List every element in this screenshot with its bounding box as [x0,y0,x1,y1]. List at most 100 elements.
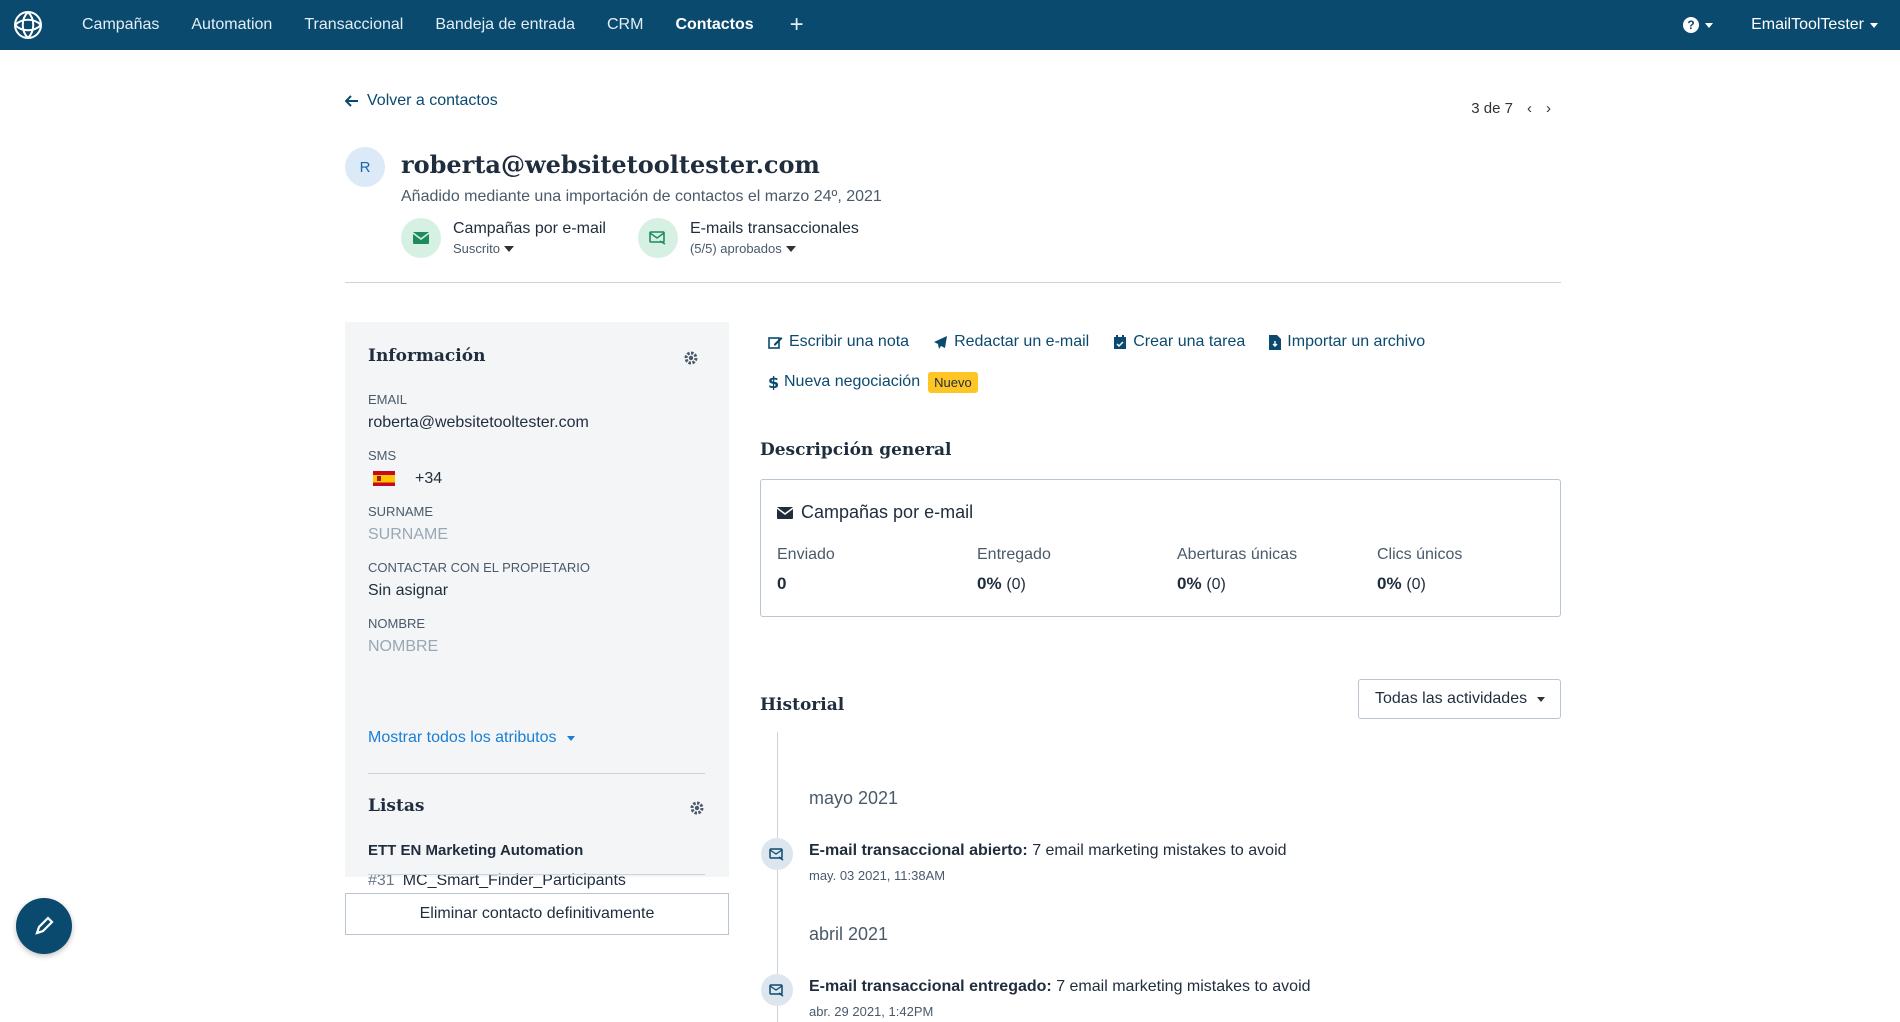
user-menu[interactable]: EmailToolTester [1751,16,1878,34]
stat-label: Entregado [977,546,1051,563]
show-all-label: Mostrar todos los atributos [368,729,557,746]
subscriptions: Campañas por e-mail Suscrito E-mails tra… [401,218,891,258]
nav-inbox[interactable]: Bandeja de entrada [435,0,575,50]
back-to-contacts-link[interactable]: Volver a contactos [345,92,498,110]
timeline-event[interactable]: E-mail transaccional abierto: 7 email ma… [809,842,1287,860]
avatar: R [345,147,385,187]
event-subject: 7 email marketing mistakes to avoid [1032,842,1287,859]
event-time: may. 03 2021, 11:38AM [809,868,946,883]
help-menu[interactable]: ? [1683,17,1714,33]
header-divider [345,282,1561,283]
stat-label: Enviado [777,546,835,563]
user-name: EmailToolTester [1751,16,1864,33]
edit-note-icon [768,336,783,349]
history-title: Historial [760,695,845,715]
transactional-email-icon [761,974,793,1006]
action-label: Escribir una nota [789,333,910,350]
stat-number: 0% [1177,574,1202,593]
subscription-status-dropdown[interactable]: Suscrito [453,241,606,256]
nav-transactional[interactable]: Transaccional [304,0,403,50]
stat-unique-clicks: Clics únicos 0% (0) [1377,546,1462,594]
attr-label-sms: SMS [368,448,397,463]
paper-plane-icon [934,335,948,349]
gear-icon[interactable] [683,350,699,366]
attr-value-surname[interactable]: SURNAME [368,526,448,544]
dollar-icon: $ [768,374,778,390]
event-type: E-mail transaccional abierto: [809,842,1028,859]
action-label: Importar un archivo [1287,333,1426,350]
timeline-event[interactable]: E-mail transaccional entregado: 7 email … [809,978,1311,996]
sms-number: +34 [415,470,443,487]
overview-card: Campañas por e-mail Enviado 0 Entregado … [760,479,1561,617]
event-time: abr. 29 2021, 1:42PM [809,1004,934,1019]
new-deal-button[interactable]: $ Nueva negociación Nuevo [768,362,978,402]
action-label: Nueva negociación [784,373,921,390]
timeline-month: mayo 2021 [809,788,899,808]
stat-delivered: Entregado 0% (0) [977,546,1051,594]
stat-value: 0% (0) [1177,574,1297,594]
attr-label-email: EMAIL [368,392,408,407]
chevron-left-icon[interactable]: ‹ [1527,100,1532,117]
list-group-name: ETT EN Marketing Automation [368,842,584,859]
gear-icon[interactable] [689,800,705,816]
subscription-status-dropdown[interactable]: (5/5) aprobados [690,241,859,256]
overview-title: Descripción general [760,440,952,460]
section-divider [368,773,705,774]
action-label: Crear una tarea [1133,333,1246,350]
delete-contact-button[interactable]: Eliminar contacto definitivamente [345,893,729,935]
pencil-icon [35,916,54,935]
caret-down-icon [785,245,796,252]
activity-filter-dropdown[interactable]: Todas las actividades [1358,679,1561,719]
subscription-transactional: E-mails transaccionales (5/5) aprobados [637,218,859,258]
overview-card-header: Campañas por e-mail [777,502,973,523]
edit-pencil-fab[interactable] [16,898,72,954]
lists-title: Listas [368,796,425,816]
attr-label-owner: CONTACTAR CON EL PROPIETARIO [368,560,590,575]
write-note-button[interactable]: Escribir una nota [768,322,909,362]
transactional-email-icon [761,838,793,870]
caret-down-icon [503,245,514,252]
envelope-icon [777,506,793,519]
compose-email-button[interactable]: Redactar un e-mail [933,322,1089,362]
stat-value: 0 [777,574,835,594]
added-info: Añadido mediante una importación de cont… [401,188,882,205]
attr-value-name[interactable]: NOMBRE [368,638,438,656]
pager-text: 3 de 7 [1471,100,1513,117]
subscription-title: Campañas por e-mail [453,220,606,237]
import-file-button[interactable]: Importar un archivo [1269,322,1425,362]
chevron-down-icon [1705,22,1714,28]
caret-down-icon [1537,696,1546,702]
overview-card-title: Campañas por e-mail [801,502,974,522]
stat-label: Clics únicos [1377,546,1463,563]
stat-number: 0 [777,574,787,593]
stat-sent: Enviado 0 [777,546,835,594]
spain-flag-icon [373,471,395,487]
file-import-icon [1269,334,1282,350]
nav-automation[interactable]: Automation [191,0,272,50]
info-title: Información [368,346,486,366]
nav-crm[interactable]: CRM [607,0,643,50]
stat-number: 0% [977,574,1002,593]
chevron-right-icon[interactable]: › [1546,100,1551,117]
page-title: roberta@websitetooltester.com [401,150,820,179]
envelope-icon [401,218,441,258]
section-divider-bottom [368,874,705,875]
brevo-logo-icon[interactable] [10,7,46,43]
stat-value: 0% (0) [977,574,1051,594]
help-icon: ? [1683,17,1700,33]
transactional-email-icon [637,218,678,258]
nav-campaigns[interactable]: Campañas [82,0,159,50]
contact-pager: 3 de 7 ‹ › [1471,100,1551,117]
subscription-title: E-mails transaccionales [689,220,859,237]
add-nav-plus-icon[interactable]: + [790,0,804,50]
attr-value-owner[interactable]: Sin asignar [368,582,448,600]
attr-value-sms[interactable]: +34 [368,470,442,488]
show-all-attributes-link[interactable]: Mostrar todos los atributos [368,729,575,747]
new-badge: Nuevo [928,371,978,393]
stat-count: (0) [1406,576,1426,593]
create-task-button[interactable]: Crear una tarea [1113,322,1245,362]
arrow-left-icon [345,95,358,107]
filter-label: Todas las actividades [1375,690,1528,707]
nav-contacts[interactable]: Contactos [675,0,753,50]
attr-value-email[interactable]: roberta@websitetooltester.com [368,414,589,432]
